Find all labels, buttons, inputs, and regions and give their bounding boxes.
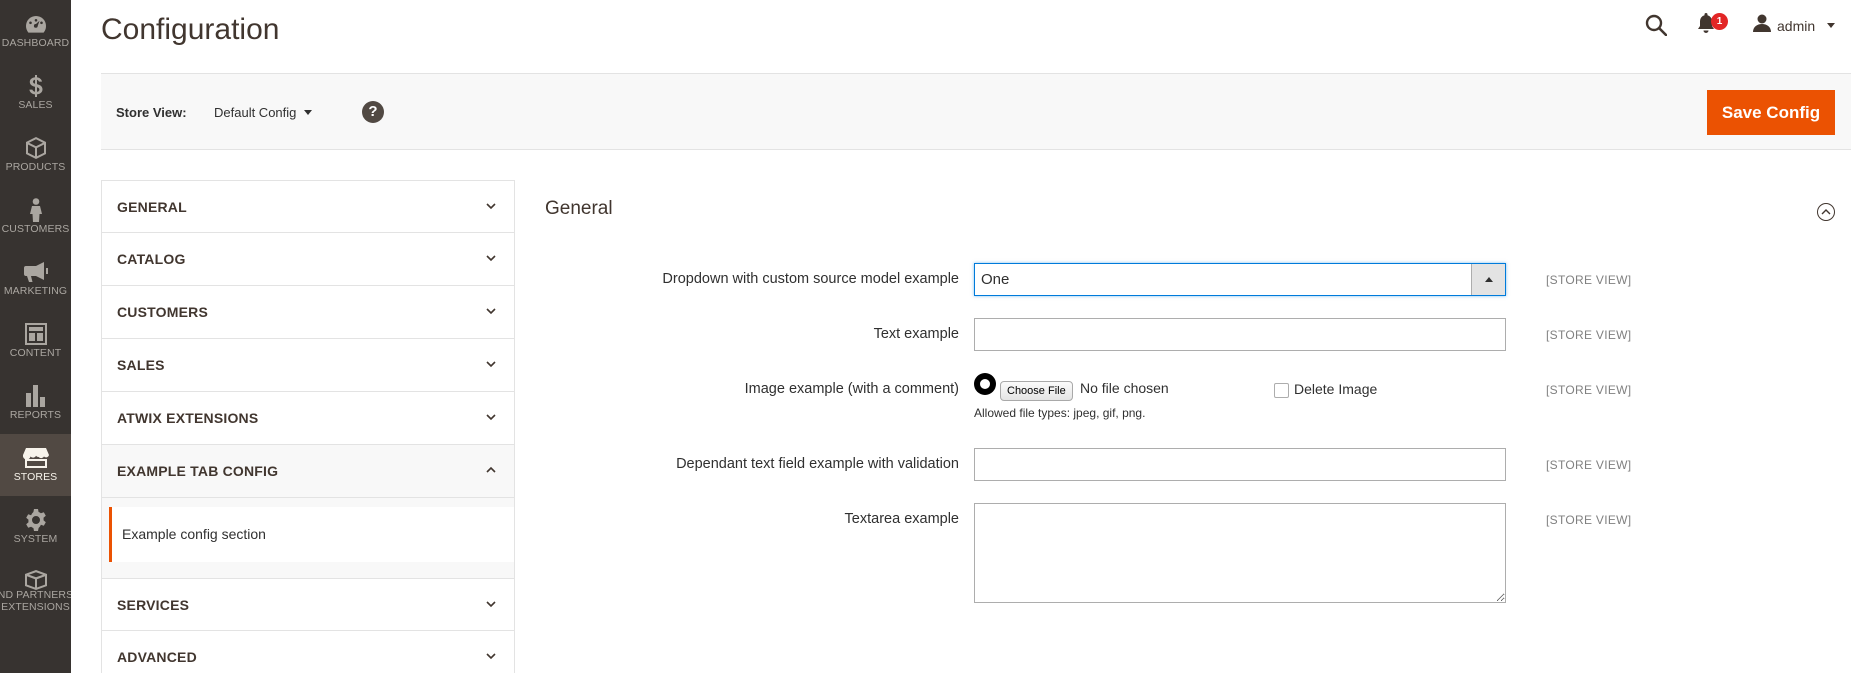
page-title: Configuration <box>101 13 280 46</box>
config-tabs: General Catalog Customers Sales Atwix Ex… <box>101 180 515 673</box>
nav-label: Content <box>9 347 62 359</box>
choose-file-button[interactable]: Choose File <box>1000 381 1073 401</box>
tab-title: Advanced <box>117 649 197 665</box>
text-field-label: Text example <box>873 326 959 342</box>
caret-up-icon <box>1471 264 1505 295</box>
store-view-dropdown[interactable]: Default Config <box>214 105 313 120</box>
caret-down-icon <box>304 110 313 115</box>
nav-label: Products <box>5 161 66 173</box>
nav-label: Customers <box>1 223 70 235</box>
delete-image-label[interactable]: Delete Image <box>1294 381 1377 397</box>
nav-item-partners[interactable]: nd Partners Extensions <box>0 558 71 628</box>
section-link-example-config[interactable]: Example config section <box>109 507 514 562</box>
scope-label: [STORE VIEW] <box>1546 383 1632 397</box>
store-view-label: Store View: <box>116 105 187 120</box>
collapse-icon[interactable] <box>1817 203 1835 221</box>
nav-item-customers[interactable]: Customers <box>0 186 71 248</box>
store-view-value: Default Config <box>214 105 297 120</box>
tab-catalog[interactable]: Catalog <box>101 233 515 286</box>
nav-item-products[interactable]: Products <box>0 124 71 186</box>
nav-item-marketing[interactable]: Marketing <box>0 248 71 310</box>
admin-nav: Dashboard Sales Products Customers Marke… <box>0 0 71 673</box>
text-example-input[interactable] <box>974 318 1506 351</box>
notification-badge[interactable]: 1 <box>1711 13 1728 30</box>
tab-sections: Example config section <box>101 498 515 566</box>
scope-label: [STORE VIEW] <box>1546 458 1632 472</box>
delete-image-checkbox[interactable] <box>1274 383 1289 398</box>
person-icon <box>0 198 71 222</box>
nav-item-content[interactable]: Content <box>0 310 71 372</box>
nav-label: Reports <box>9 409 62 421</box>
tab-title: Customers <box>117 304 208 320</box>
user-name: admin <box>1777 17 1816 34</box>
store-switcher-bar: Store View: Default Config ? Save Config <box>101 73 1851 150</box>
dashboard-icon <box>0 12 71 36</box>
nav-label: Stores <box>13 471 58 483</box>
store-icon <box>0 446 71 470</box>
scope-label: [STORE VIEW] <box>1546 273 1632 287</box>
textarea-field-label: Textarea example <box>844 511 959 527</box>
nav-label: Marketing <box>3 285 68 297</box>
user-icon <box>1753 14 1771 37</box>
nav-label: System <box>13 533 58 545</box>
file-status: No file chosen <box>1080 380 1169 396</box>
tab-title: Services <box>117 597 190 613</box>
section-link-label: Example config section <box>122 526 266 542</box>
chevron-down-icon <box>486 203 496 210</box>
nav-item-system[interactable]: System <box>0 496 71 558</box>
dependant-text-input[interactable] <box>974 448 1506 481</box>
tab-advanced[interactable]: Advanced <box>101 631 515 673</box>
image-field-label: Image example (with a comment) <box>744 381 959 397</box>
tab-services[interactable]: Services <box>101 578 515 631</box>
file-radio-icon <box>974 373 996 395</box>
tab-customers[interactable]: Customers <box>101 286 515 339</box>
dollar-icon <box>0 74 71 98</box>
bar-chart-icon <box>0 384 71 408</box>
tab-atwix-extensions[interactable]: Atwix Extensions <box>101 392 515 445</box>
dropdown-value: One <box>981 271 1010 288</box>
user-menu[interactable]: admin <box>1753 14 1836 37</box>
layout-icon <box>0 322 71 346</box>
chevron-down-icon <box>486 601 496 608</box>
tab-title: Sales <box>117 357 165 373</box>
textarea-example-input[interactable] <box>974 503 1506 603</box>
chevron-down-icon <box>486 414 496 421</box>
nav-label: Sales <box>18 99 53 111</box>
tab-title: Catalog <box>117 251 186 267</box>
section-title[interactable]: General <box>545 198 613 220</box>
tab-general[interactable]: General <box>101 180 515 233</box>
chevron-down-icon <box>486 653 496 660</box>
tab-divider <box>101 566 515 578</box>
search-icon[interactable] <box>1645 14 1668 41</box>
chevron-down-icon <box>486 255 496 262</box>
megaphone-icon <box>0 260 71 284</box>
custom-source-dropdown[interactable]: One <box>974 263 1506 296</box>
nav-label-line1: nd Partners <box>0 589 71 601</box>
nav-item-reports[interactable]: Reports <box>0 372 71 434</box>
scope-label: [STORE VIEW] <box>1546 513 1632 527</box>
tab-title: Example Tab Config <box>117 463 279 479</box>
chevron-down-icon <box>486 308 496 315</box>
nav-label: Dashboard <box>1 37 70 49</box>
chevron-down-icon <box>1827 23 1836 28</box>
nav-item-dashboard[interactable]: Dashboard <box>0 0 71 62</box>
dropdown-field-label: Dropdown with custom source model exampl… <box>662 271 959 287</box>
chevron-down-icon <box>486 361 496 368</box>
tab-title: General <box>117 199 187 215</box>
nav-item-stores[interactable]: Stores <box>0 434 71 496</box>
nav-item-sales[interactable]: Sales <box>0 62 71 124</box>
box-icon <box>0 136 71 160</box>
save-config-button[interactable]: Save Config <box>1707 90 1835 135</box>
tab-sales[interactable]: Sales <box>101 339 515 392</box>
scope-label: [STORE VIEW] <box>1546 328 1632 342</box>
chevron-up-icon <box>486 466 496 473</box>
help-icon[interactable]: ? <box>362 101 384 123</box>
dependant-field-label: Dependant text field example with valida… <box>676 456 959 472</box>
gear-icon <box>0 508 71 532</box>
tab-title: Atwix Extensions <box>117 410 259 426</box>
tab-example-tab-config[interactable]: Example Tab Config <box>101 445 515 498</box>
image-comment: Allowed file types: jpeg, gif, png. <box>974 406 1146 420</box>
nav-label-line2: Extensions <box>1 601 70 613</box>
